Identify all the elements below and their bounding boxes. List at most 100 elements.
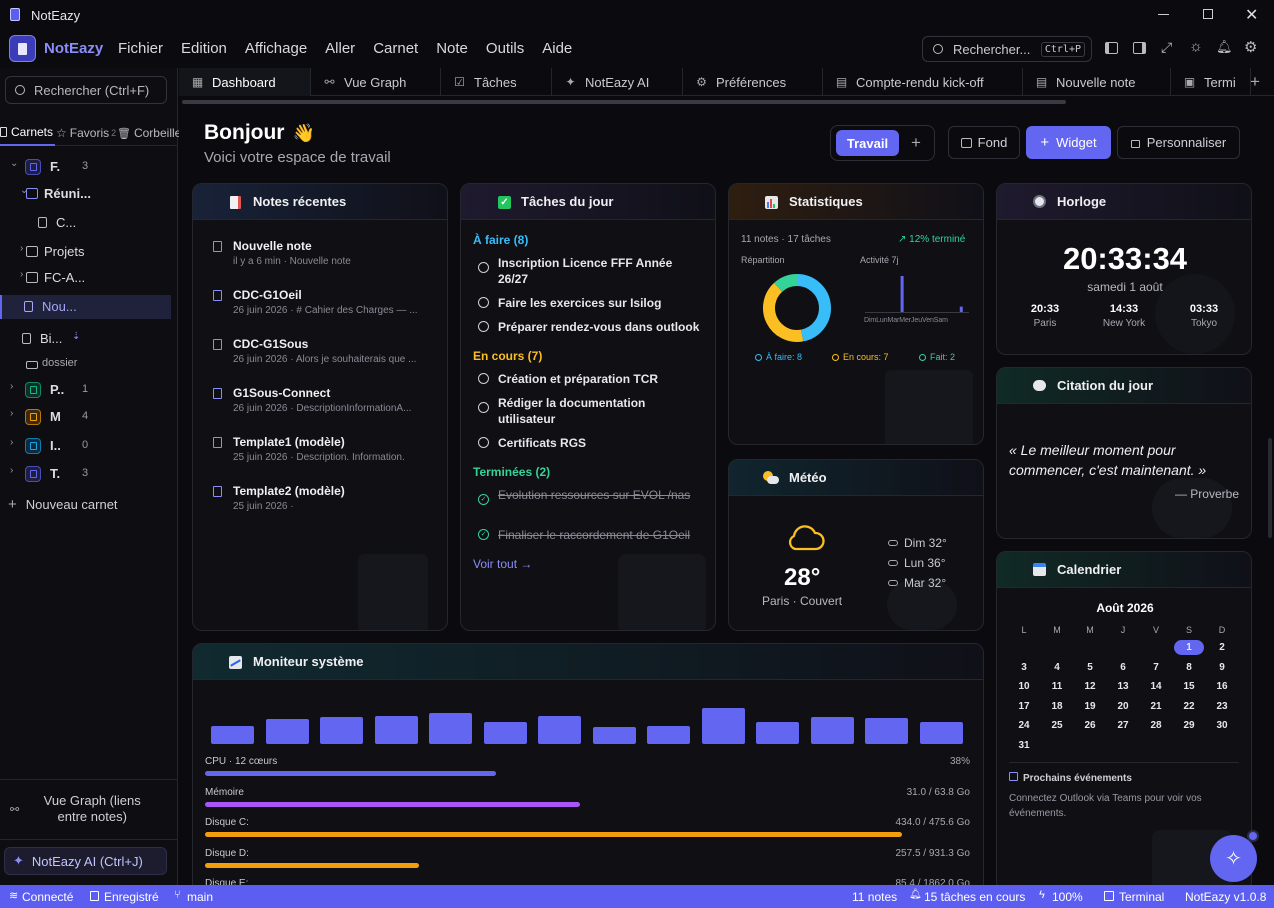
menu-fichier[interactable]: Fichier — [110, 40, 171, 57]
gear-icon[interactable]: ⚙ — [1244, 38, 1257, 56]
chevron-right-icon[interactable]: › — [10, 465, 13, 476]
calendar-day[interactable]: 24 — [1012, 718, 1036, 733]
calendar-day[interactable]: 17 — [1012, 699, 1036, 714]
calendar-day[interactable]: 21 — [1144, 699, 1168, 714]
calendar-day[interactable]: 23 — [1210, 699, 1234, 714]
tab-5[interactable]: ▤ Compte-rendu kick-off — [823, 68, 1023, 96]
tab-scrollbar[interactable] — [182, 100, 1066, 104]
circle-icon[interactable] — [478, 402, 489, 413]
sidebar-search[interactable]: Rechercher (Ctrl+F) — [5, 76, 167, 104]
recent-note-item[interactable]: Template2 (modèle) 25 juin 2026 · — [193, 483, 447, 523]
add-widget-button[interactable]: + Widget — [1026, 126, 1111, 159]
ai-assistant-button[interactable]: ✦ NotEazy AI (Ctrl+J) — [4, 847, 167, 875]
new-tab-plus-icon[interactable]: + — [1250, 72, 1260, 92]
calendar-day[interactable]: 9 — [1210, 660, 1234, 675]
tab-favoris[interactable]: ☆ Favoris 2 — [56, 120, 116, 146]
circle-icon[interactable] — [478, 373, 489, 384]
background-button[interactable]: Fond — [948, 126, 1020, 159]
calendar-day[interactable]: 8 — [1177, 660, 1201, 675]
circle-icon[interactable] — [478, 437, 489, 448]
menu-aide[interactable]: Aide — [534, 40, 580, 57]
check-circle-icon[interactable]: ✓ — [478, 494, 489, 505]
menu-carnet[interactable]: Carnet — [365, 40, 426, 57]
close-icon[interactable]: ✕ — [1245, 5, 1258, 25]
sidebar-tree-item[interactable]: › I.. 0 — [0, 434, 178, 458]
calendar-day[interactable]: 29 — [1177, 718, 1201, 733]
calendar-day[interactable]: 7 — [1144, 660, 1168, 675]
recent-note-item[interactable]: CDC-G1Oeil 26 juin 2026 · # Cahier des Ch… — [193, 287, 447, 327]
customize-button[interactable]: Personnaliser — [1117, 126, 1240, 159]
recent-note-item[interactable]: Nouvelle note il y a 6 min · Nouvelle not… — [193, 238, 447, 278]
calendar-day[interactable]: 4 — [1045, 660, 1069, 675]
minimize-icon[interactable] — [1158, 14, 1169, 15]
calendar-day[interactable]: 18 — [1045, 699, 1069, 714]
sidebar-tree-item[interactable]: › M 4 — [0, 405, 178, 429]
calendar-day[interactable]: 11 — [1045, 679, 1069, 694]
calendar-day[interactable]: 16 — [1210, 679, 1234, 694]
status-terminal[interactable]: Terminal — [1119, 890, 1164, 904]
fullscreen-icon[interactable]: ⤢ — [1161, 39, 1172, 56]
menu-affichage[interactable]: Affichage — [237, 40, 315, 57]
recent-note-item[interactable]: CDC-G1Sous 26 juin 2026 · Alors je souhai… — [193, 336, 447, 376]
sidebar-tree-item[interactable]: › T. 3 — [0, 462, 178, 486]
recent-note-item[interactable]: Template1 (modèle) 25 juin 2026 · Descrip… — [193, 434, 447, 474]
add-workspace-button[interactable]: + — [903, 130, 929, 156]
menu-aller[interactable]: Aller — [317, 40, 363, 57]
sidebar-tree-item[interactable]: C... — [0, 211, 178, 235]
tab-7[interactable]: ▣ Termi — [1171, 68, 1251, 96]
bell-icon[interactable]: 🔔︎ — [1216, 39, 1233, 55]
sidebar-tree-item[interactable]: › FC-A... — [0, 266, 178, 290]
calendar-day[interactable]: 15 — [1177, 679, 1201, 694]
calendar-day[interactable]: 12 — [1078, 679, 1102, 694]
maximize-icon[interactable] — [1203, 9, 1213, 19]
calendar-day[interactable]: 22 — [1177, 699, 1201, 714]
graph-view-link[interactable]: ⚯ Vue Graph (liens entre notes) — [10, 793, 170, 825]
floating-ai-button[interactable]: ✧ — [1210, 835, 1257, 882]
check-circle-icon[interactable]: ✓ — [478, 529, 489, 540]
workspace-button[interactable]: Travail — [836, 130, 899, 156]
sidebar-left-icon[interactable] — [1105, 42, 1118, 54]
calendar-day[interactable]: 28 — [1144, 718, 1168, 733]
chevron-right-icon[interactable]: › — [20, 243, 23, 254]
calendar-day[interactable]: 19 — [1078, 699, 1102, 714]
calendar-day[interactable]: 13 — [1111, 679, 1135, 694]
status-branch[interactable]: main — [187, 890, 213, 904]
sidebar-right-icon[interactable] — [1133, 42, 1146, 54]
circle-icon[interactable] — [478, 262, 489, 273]
calendar-day[interactable]: 5 — [1078, 660, 1102, 675]
tab-0[interactable]: ▦ Dashboard — [179, 68, 311, 96]
main-scrollbar[interactable] — [1268, 438, 1272, 538]
sidebar-tree-item[interactable]: Bi... ⇣ — [0, 327, 178, 351]
menu-edition[interactable]: Edition — [173, 40, 235, 57]
brand-logo-icon[interactable] — [9, 35, 36, 62]
calendar-day[interactable]: 6 — [1111, 660, 1135, 675]
sidebar-tree-item[interactable]: › Projets — [0, 240, 178, 264]
calendar-day[interactable]: 27 — [1111, 718, 1135, 733]
tab-2[interactable]: ☑ Tâches — [441, 68, 552, 96]
chevron-right-icon[interactable]: › — [10, 437, 13, 448]
chevron-right-icon[interactable]: › — [10, 408, 13, 419]
new-notebook-button[interactable]: + Nouveau carnet — [8, 496, 118, 513]
tab-3[interactable]: ✦ NotEazy AI — [552, 68, 683, 96]
circle-icon[interactable] — [478, 321, 489, 332]
theme-sun-icon[interactable]: ☼ — [1189, 38, 1203, 55]
menu-outils[interactable]: Outils — [478, 40, 532, 57]
tab-6[interactable]: ▤ Nouvelle note — [1023, 68, 1171, 96]
sidebar-tree-item[interactable]: dossier — [0, 353, 178, 377]
global-search[interactable]: Rechercher... Ctrl+P — [922, 36, 1092, 62]
calendar-day[interactable]: 30 — [1210, 718, 1234, 733]
calendar-day[interactable]: 25 — [1045, 718, 1069, 733]
calendar-day[interactable]: 14 — [1144, 679, 1168, 694]
calendar-day[interactable]: 20 — [1111, 699, 1135, 714]
recent-note-item[interactable]: G1Sous-Connect 26 juin 2026 · Description… — [193, 385, 447, 425]
chevron-right-icon[interactable]: › — [10, 381, 13, 392]
sidebar-tree-item[interactable]: ⌄ Réuni... — [0, 182, 178, 206]
sidebar-tree-item[interactable]: Nou... — [0, 295, 171, 319]
calendar-day[interactable]: 10 — [1012, 679, 1036, 694]
calendar-day[interactable]: 31 — [1012, 738, 1036, 753]
tab-carnets[interactable]: Carnets — [0, 120, 55, 146]
circle-icon[interactable] — [478, 297, 489, 308]
chevron-right-icon[interactable]: › — [20, 269, 23, 280]
calendar-day[interactable]: 2 — [1210, 640, 1234, 655]
calendar-day[interactable]: 26 — [1078, 718, 1102, 733]
